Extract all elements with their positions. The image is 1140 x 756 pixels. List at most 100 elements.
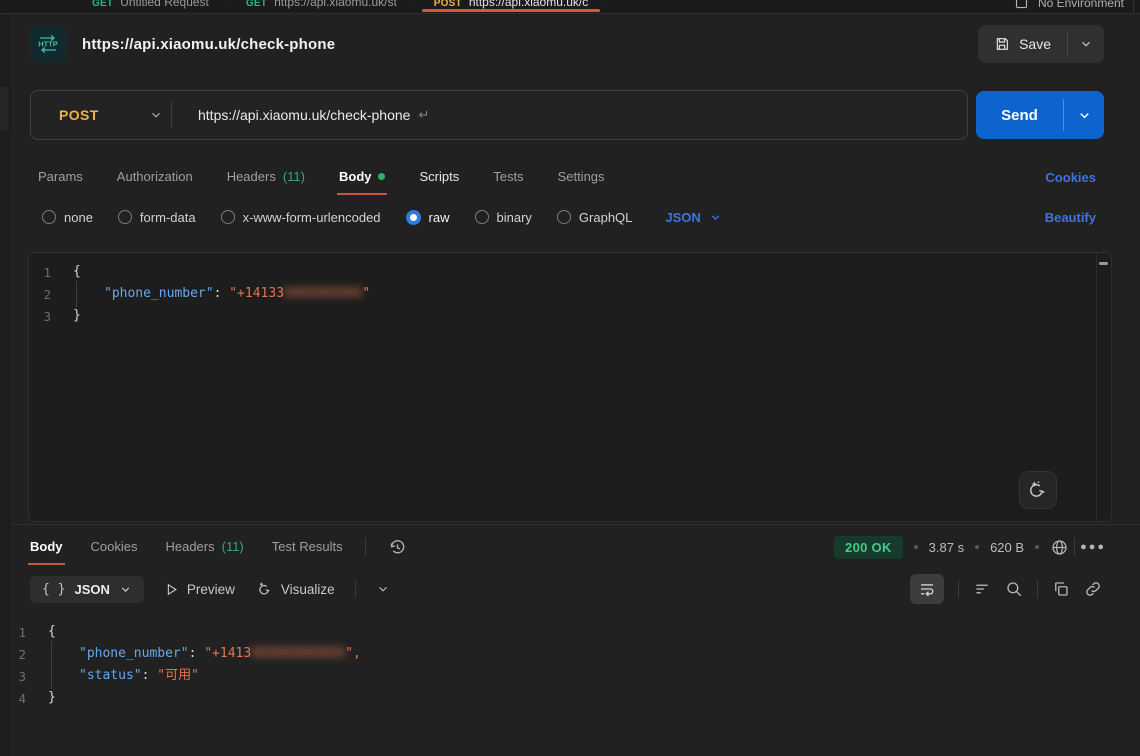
json-string: "+1413 bbox=[204, 646, 251, 661]
radio-circle bbox=[42, 210, 56, 224]
ai-sparkle-icon bbox=[1027, 479, 1049, 501]
filter-icon[interactable] bbox=[973, 580, 991, 598]
topbar-divider bbox=[1133, 0, 1134, 14]
radio-raw[interactable]: raw bbox=[406, 210, 450, 225]
tab-params[interactable]: Params bbox=[38, 169, 83, 186]
headers-count: (11) bbox=[222, 539, 244, 554]
sidebar-expand-handle[interactable] bbox=[0, 87, 9, 131]
radio-circle bbox=[221, 210, 235, 224]
request-url-container: POST https://api.xiaomu.uk/check-phone ↵ bbox=[30, 90, 968, 140]
response-tab-cookies[interactable]: Cookies bbox=[91, 539, 138, 556]
chevron-down-icon bbox=[119, 583, 132, 596]
response-tab-test-results[interactable]: Test Results bbox=[272, 539, 343, 556]
environment-icon bbox=[1014, 0, 1029, 10]
viewer-line: 3 "status": "可用" bbox=[0, 665, 1140, 687]
editor-line: 2 "phone_number": "+141330000000000" bbox=[29, 283, 1111, 305]
copy-icon[interactable] bbox=[1052, 580, 1070, 598]
json-key: "phone_number" bbox=[79, 646, 189, 661]
more-options-button[interactable]: ●●● bbox=[1080, 541, 1106, 553]
response-body-viewer[interactable]: 1 { 2 "phone_number": "+1413000000000000… bbox=[0, 609, 1140, 709]
editor-line: 1 { bbox=[29, 261, 1111, 283]
save-split-button: Save bbox=[978, 25, 1104, 63]
save-icon bbox=[994, 36, 1010, 52]
tab-untitled-request[interactable]: GET Untitled Request bbox=[74, 0, 227, 14]
new-tab-button[interactable]: + bbox=[607, 0, 635, 14]
viewer-line: 4 } bbox=[0, 687, 1140, 709]
method-badge: GET bbox=[246, 0, 267, 9]
radio-graphql[interactable]: GraphQL bbox=[557, 210, 632, 225]
radio-none[interactable]: none bbox=[42, 210, 93, 225]
radio-circle bbox=[118, 210, 132, 224]
radio-binary[interactable]: binary bbox=[475, 210, 532, 225]
tab-request-2[interactable]: GET https://api.xiaomu.uk/st bbox=[228, 0, 415, 14]
url-input[interactable]: https://api.xiaomu.uk/check-phone ↵ bbox=[172, 107, 967, 123]
response-section: Body Cookies Headers (11) Test Results 2… bbox=[0, 524, 1140, 709]
tab-scripts[interactable]: Scripts bbox=[419, 169, 459, 186]
tab-settings[interactable]: Settings bbox=[558, 169, 605, 186]
redacted-phone-digits: 000000000000 bbox=[251, 646, 345, 661]
tab-request-active[interactable]: POST https://api.xiaomu.uk/c bbox=[416, 0, 606, 14]
indent-guide bbox=[76, 281, 77, 307]
search-icon[interactable] bbox=[1005, 580, 1023, 598]
editor-scrollbar[interactable] bbox=[1096, 253, 1111, 521]
postbot-ai-button[interactable] bbox=[1019, 471, 1057, 509]
response-tab-body[interactable]: Body bbox=[30, 539, 63, 556]
tab-tests[interactable]: Tests bbox=[493, 169, 523, 186]
headers-count: (11) bbox=[283, 169, 305, 184]
redacted-phone-digits: 0000000000 bbox=[284, 286, 362, 301]
response-tab-headers[interactable]: Headers (11) bbox=[165, 539, 243, 556]
tab-body[interactable]: Body bbox=[339, 169, 386, 186]
cookies-link[interactable]: Cookies bbox=[1045, 170, 1096, 185]
modified-dot bbox=[378, 173, 385, 180]
tab-headers[interactable]: Headers (11) bbox=[227, 169, 305, 186]
url-bar: POST https://api.xiaomu.uk/check-phone ↵… bbox=[0, 90, 1140, 140]
divider bbox=[1037, 580, 1038, 598]
request-title: https://api.xiaomu.uk/check-phone bbox=[82, 36, 335, 53]
workspace-tab-bar: GET Untitled Request GET https://api.xia… bbox=[0, 0, 1140, 14]
preview-play-icon bbox=[164, 582, 179, 597]
wrap-text-icon bbox=[918, 580, 936, 598]
response-time[interactable]: 3.87 s bbox=[929, 540, 964, 555]
body-language-selector[interactable]: JSON bbox=[665, 210, 721, 225]
send-button[interactable]: Send bbox=[976, 91, 1063, 139]
send-options-button[interactable] bbox=[1064, 91, 1104, 139]
method-label: POST bbox=[59, 107, 99, 123]
environment-selector[interactable]: No Environment bbox=[1014, 0, 1140, 14]
indent-guide bbox=[51, 663, 52, 689]
response-header: Body Cookies Headers (11) Test Results 2… bbox=[0, 525, 1140, 569]
collapsed-sidebar-strip bbox=[0, 15, 10, 756]
response-format-selector[interactable]: { } JSON bbox=[30, 576, 144, 603]
response-size[interactable]: 620 B bbox=[990, 540, 1024, 555]
return-symbol: ↵ bbox=[418, 107, 429, 123]
network-globe-icon[interactable] bbox=[1050, 538, 1069, 557]
chevron-down-icon bbox=[149, 108, 163, 122]
tab-authorization[interactable]: Authorization bbox=[117, 169, 193, 186]
json-string: "+14133 bbox=[229, 286, 284, 301]
http-request-icon: HTTP bbox=[30, 26, 66, 62]
status-badge[interactable]: 200 OK bbox=[834, 536, 903, 559]
beautify-link[interactable]: Beautify bbox=[1045, 210, 1096, 225]
scrollbar-thumb[interactable] bbox=[1099, 262, 1108, 265]
radio-circle bbox=[557, 210, 571, 224]
wrap-text-button[interactable] bbox=[910, 574, 944, 604]
radio-form-data[interactable]: form-data bbox=[118, 210, 196, 225]
save-options-button[interactable] bbox=[1068, 25, 1104, 63]
send-split-button: Send bbox=[976, 91, 1104, 139]
method-selector[interactable]: POST bbox=[31, 107, 163, 123]
save-button[interactable]: Save bbox=[978, 25, 1067, 63]
request-body-editor[interactable]: 1 { 2 "phone_number": "+141330000000000"… bbox=[28, 252, 1112, 522]
line-number: 3 bbox=[29, 309, 73, 324]
response-tools bbox=[910, 574, 1102, 604]
request-header: HTTP https://api.xiaomu.uk/check-phone S… bbox=[0, 14, 1140, 74]
visualize-button[interactable]: Visualize bbox=[255, 580, 335, 598]
radio-urlencoded[interactable]: x-www-form-urlencoded bbox=[221, 210, 381, 225]
link-icon[interactable] bbox=[1084, 580, 1102, 598]
json-key: "status" bbox=[79, 668, 142, 683]
viewer-line: 2 "phone_number": "+1413000000000000", bbox=[0, 643, 1140, 665]
line-number: 1 bbox=[29, 265, 73, 280]
viewer-options-chevron[interactable] bbox=[376, 582, 390, 596]
response-history-icon[interactable] bbox=[388, 538, 407, 557]
response-meta: 200 OK 3.87 s 620 B ●●● bbox=[834, 536, 1106, 559]
divider bbox=[958, 580, 959, 598]
preview-button[interactable]: Preview bbox=[164, 582, 235, 597]
